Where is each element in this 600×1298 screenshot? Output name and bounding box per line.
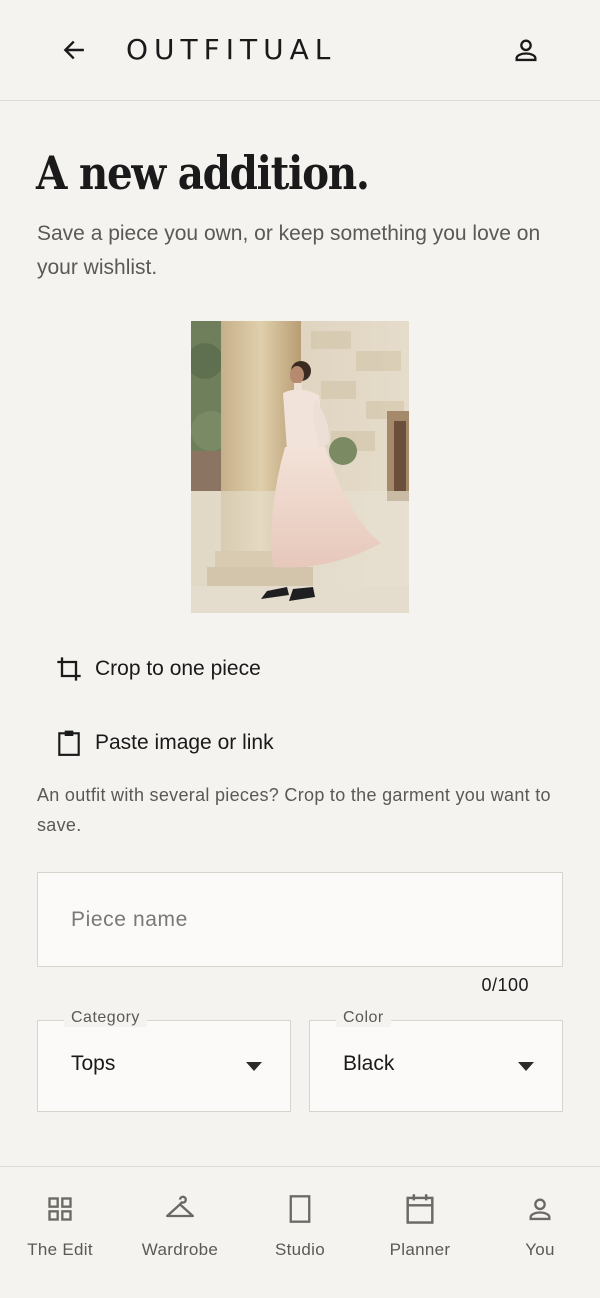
crop-icon bbox=[52, 652, 86, 686]
category-label: Category bbox=[64, 1009, 147, 1027]
nav-label: You bbox=[525, 1240, 555, 1259]
frame-icon bbox=[284, 1193, 316, 1225]
page-subtitle: Save a piece you own, or keep something … bbox=[37, 222, 541, 279]
paste-action-label: Paste image or link bbox=[95, 731, 274, 754]
clipboard-icon bbox=[52, 726, 86, 760]
back-button[interactable] bbox=[56, 32, 92, 68]
page-title: A new addition. bbox=[36, 146, 370, 200]
crop-hint: An outfit with several pieces? Crop to t… bbox=[37, 785, 551, 835]
category-select[interactable]: Category Tops bbox=[37, 1009, 291, 1112]
nav-item-wardrobe[interactable]: Wardrobe bbox=[120, 1167, 240, 1298]
crop-action-label: Crop to one piece bbox=[95, 657, 261, 680]
nav-item-the-edit[interactable]: The Edit bbox=[0, 1167, 120, 1298]
piece-photo bbox=[191, 321, 409, 613]
person-icon bbox=[515, 39, 537, 62]
brand-logo: OUTFITUAL bbox=[126, 33, 337, 66]
nav-label: Studio bbox=[274, 1240, 325, 1259]
chevron-down-icon bbox=[246, 1062, 262, 1071]
color-value: Black bbox=[343, 1052, 395, 1075]
grid-icon bbox=[44, 1193, 76, 1225]
account-button[interactable] bbox=[508, 32, 544, 68]
category-value: Tops bbox=[71, 1052, 116, 1075]
nav-label: The Edit bbox=[27, 1240, 93, 1259]
bottom-nav: The Edit Wardrobe Studio Planner You bbox=[0, 1166, 600, 1298]
hanger-icon bbox=[164, 1193, 196, 1225]
nav-item-you[interactable]: You bbox=[480, 1167, 600, 1298]
color-label: Color bbox=[336, 1009, 391, 1027]
person-icon bbox=[524, 1193, 556, 1225]
color-select[interactable]: Color Black bbox=[309, 1009, 563, 1112]
nav-label: Planner bbox=[389, 1240, 451, 1259]
top-bar: OUTFITUAL bbox=[0, 0, 600, 101]
character-counter: 0/100 bbox=[481, 975, 529, 995]
piece-name-input[interactable] bbox=[71, 907, 562, 932]
calendar-icon bbox=[404, 1193, 436, 1225]
nav-label: Wardrobe bbox=[141, 1240, 219, 1259]
paste-action[interactable]: Paste image or link bbox=[52, 723, 274, 763]
crop-action[interactable]: Crop to one piece bbox=[52, 649, 261, 689]
chevron-down-icon bbox=[518, 1062, 534, 1071]
nav-item-studio[interactable]: Studio bbox=[240, 1167, 360, 1298]
nav-item-planner[interactable]: Planner bbox=[360, 1167, 480, 1298]
piece-name-field[interactable] bbox=[37, 872, 563, 967]
arrow-left-icon bbox=[63, 40, 84, 60]
